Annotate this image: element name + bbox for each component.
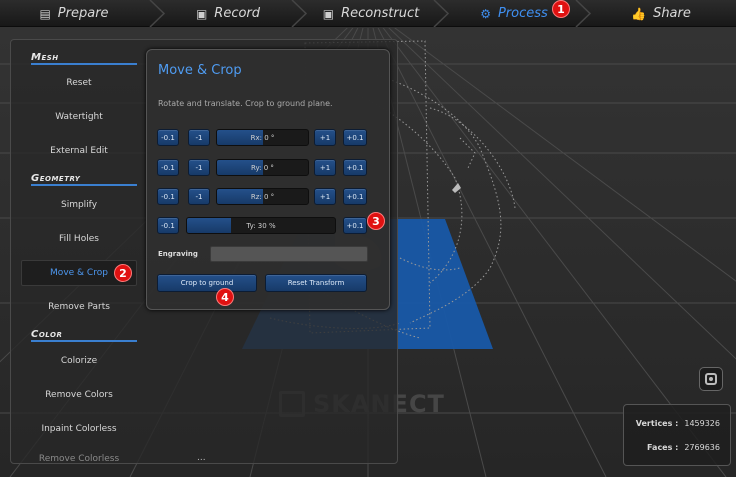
film-icon: ▣ (195, 6, 208, 21)
rx-minus-0-1-button[interactable]: -0.1 (157, 129, 179, 146)
menu-item-fill-holes[interactable]: Fill Holes (21, 226, 137, 252)
ty-slider[interactable]: Ty: 30 % (186, 217, 336, 234)
rz-plus-1-button[interactable]: +1 (314, 188, 336, 205)
rz-minus-1-button[interactable]: -1 (188, 188, 210, 205)
rx-slider[interactable]: Rx: 0 ° (216, 129, 309, 146)
section-divider (31, 340, 137, 342)
ty-plus-0-1-button[interactable]: +0.1 (343, 217, 367, 234)
rz-minus-0-1-button[interactable]: -0.1 (157, 188, 179, 205)
tab-share[interactable]: 👍 Share (586, 0, 736, 27)
menu-item-remove-parts[interactable]: Remove Parts (21, 294, 137, 320)
move-crop-dialog: Move & Crop Rotate and translate. Crop t… (146, 49, 390, 310)
ty-minus-0-1-button[interactable]: -0.1 (157, 217, 179, 234)
menu-item-remove-colors[interactable]: Remove Colors (21, 382, 137, 408)
vertices-stat: Vertices : 1459326 (636, 419, 720, 428)
slider-label: Ry: 0 ° (251, 163, 274, 172)
mesh-stats-panel: Vertices : 1459326 Faces : 2769636 (623, 404, 731, 466)
menu-item-watertight[interactable]: Watertight (21, 104, 137, 130)
vertices-label: Vertices : (635, 419, 679, 428)
ry-plus-1-button[interactable]: +1 (314, 159, 336, 176)
slider-label: Rz: 0 ° (250, 192, 275, 201)
section-divider (31, 63, 137, 65)
section-divider (31, 184, 137, 186)
tab-label: Prepare (57, 6, 109, 21)
step-badge-2: 2 (114, 264, 132, 282)
reset-transform-button[interactable]: Reset Transform (265, 274, 367, 292)
tab-reconstruct[interactable]: ▣ Reconstruct (302, 0, 440, 27)
tab-label: Record (214, 6, 261, 21)
tab-label: Process (497, 6, 548, 21)
tab-label: Reconstruct (341, 6, 420, 21)
ry-minus-0-1-button[interactable]: -0.1 (157, 159, 179, 176)
slider-label: Ty: 30 % (246, 221, 276, 230)
clipboard-icon: ▤ (39, 6, 51, 21)
dialog-title: Move & Crop (158, 63, 242, 78)
menu-item-reset[interactable]: Reset (21, 70, 137, 96)
camera-reset-button[interactable] (699, 367, 723, 391)
step-badge-4: 4 (216, 288, 234, 306)
step-badge-3: 3 (367, 212, 385, 230)
app-window: SKANECT ▤ Prepare ▣ Record ▣ Reconstruct… (0, 0, 736, 477)
engraving-label: Engraving (158, 250, 198, 258)
cube-icon: ▣ (322, 6, 335, 21)
section-title-mesh: Mesh (31, 52, 59, 63)
faces-stat: Faces : 2769636 (647, 443, 720, 452)
menu-item-colorize[interactable]: Colorize (21, 348, 137, 374)
slider-label: Rx: 0 ° (250, 133, 275, 142)
thumbs-up-icon: 👍 (631, 6, 647, 21)
tab-prepare[interactable]: ▤ Prepare (0, 0, 148, 27)
faces-label: Faces : (647, 443, 679, 452)
tab-record[interactable]: ▣ Record (160, 0, 296, 27)
dialog-description: Rotate and translate. Crop to ground pla… (158, 99, 333, 108)
rx-plus-0-1-button[interactable]: +0.1 (343, 129, 367, 146)
section-title-color: Color (31, 329, 63, 340)
rx-plus-1-button[interactable]: +1 (314, 129, 336, 146)
menu-item-remove-colorless[interactable]: Remove Colorless (21, 450, 137, 464)
gears-icon: ⚙ (480, 6, 491, 21)
ry-plus-0-1-button[interactable]: +0.1 (343, 159, 367, 176)
scroll-more-indicator[interactable]: ... (197, 453, 206, 463)
menu-item-inpaint-colorless[interactable]: Inpaint Colorless (21, 416, 137, 442)
camera-icon (705, 373, 717, 385)
menu-item-external-edit[interactable]: External Edit (21, 138, 137, 164)
rz-plus-0-1-button[interactable]: +0.1 (343, 188, 367, 205)
faces-value: 2769636 (684, 443, 720, 452)
step-badge-1: 1 (552, 0, 570, 18)
rz-slider[interactable]: Rz: 0 ° (216, 188, 309, 205)
engraving-field[interactable] (210, 246, 368, 262)
top-navigation: ▤ Prepare ▣ Record ▣ Reconstruct ⚙ Proce… (0, 0, 736, 27)
ry-slider[interactable]: Ry: 0 ° (216, 159, 309, 176)
rx-minus-1-button[interactable]: -1 (188, 129, 210, 146)
slider-fill (187, 218, 232, 233)
menu-item-simplify[interactable]: Simplify (21, 192, 137, 218)
tab-label: Share (653, 6, 691, 21)
ry-minus-1-button[interactable]: -1 (188, 159, 210, 176)
crop-to-ground-button[interactable]: Crop to ground (157, 274, 257, 292)
vertices-value: 1459326 (684, 419, 720, 428)
section-title-geometry: Geometry (31, 173, 81, 184)
